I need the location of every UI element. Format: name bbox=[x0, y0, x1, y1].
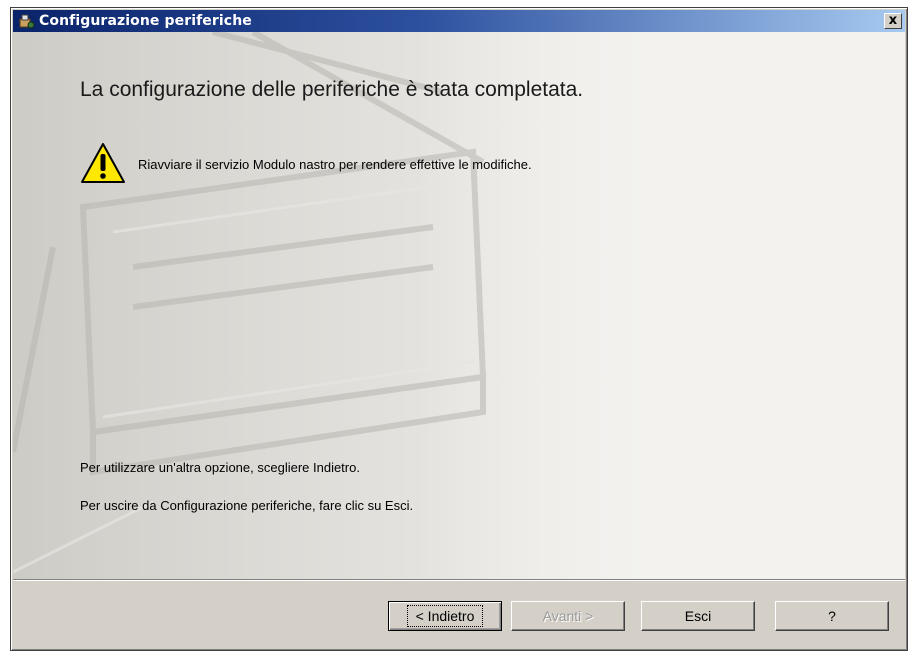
back-button-label: < Indietro bbox=[406, 605, 484, 627]
warning-message: Riavviare il servizio Modulo nastro per … bbox=[138, 157, 532, 172]
dialog-window: Configurazione periferiche x La configur… bbox=[10, 7, 908, 651]
exit-button[interactable]: Esci bbox=[641, 601, 755, 631]
window-title: Configurazione periferiche bbox=[39, 13, 252, 29]
hint-exit: Per uscire da Configurazione periferiche… bbox=[80, 498, 414, 513]
wizard-content: La configurazione delle periferiche è st… bbox=[13, 32, 905, 579]
exit-button-label: Esci bbox=[684, 608, 712, 624]
next-button-label: Avanti > bbox=[542, 608, 594, 624]
help-button-label: ? bbox=[828, 608, 836, 624]
device-config-icon bbox=[17, 12, 35, 30]
completion-heading: La configurazione delle periferiche è st… bbox=[80, 78, 584, 101]
back-button[interactable]: < Indietro bbox=[388, 601, 502, 631]
warning-triangle-icon bbox=[80, 141, 126, 185]
help-button[interactable]: ? bbox=[775, 601, 889, 631]
close-icon: x bbox=[888, 13, 898, 28]
hint-back: Per utilizzare un'altra opzione, sceglie… bbox=[80, 460, 360, 475]
button-separator bbox=[13, 579, 905, 581]
device-watermark-illustration bbox=[13, 32, 905, 579]
next-button[interactable]: Avanti > bbox=[511, 601, 625, 631]
title-bar[interactable]: Configurazione periferiche x bbox=[13, 10, 905, 32]
close-button[interactable]: x bbox=[884, 13, 902, 29]
